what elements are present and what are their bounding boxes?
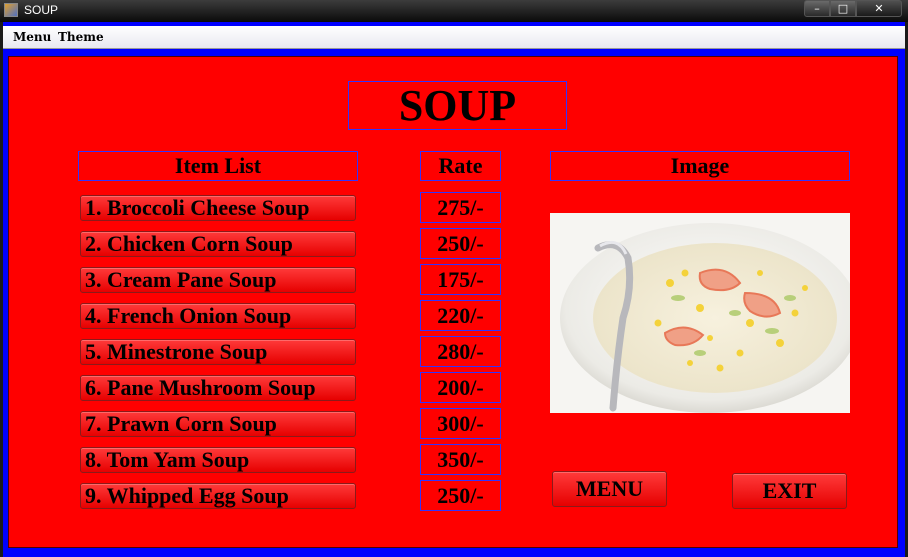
image-header: Image (550, 151, 850, 181)
rate-header: Rate (420, 151, 501, 181)
item-button-chicken-corn-soup[interactable]: 2. Chicken Corn Soup (80, 231, 356, 257)
page-title: SOUP (348, 81, 567, 130)
java-app-icon (4, 3, 18, 17)
menu-bar: Menu Theme (3, 26, 905, 49)
item-button-cream-pane-soup[interactable]: 3. Cream Pane Soup (80, 267, 356, 293)
minimize-button[interactable]: – (804, 0, 830, 17)
menu-button[interactable]: MENU (552, 471, 667, 507)
item-button-french-onion-soup[interactable]: 4. French Onion Soup (80, 303, 356, 329)
window-titlebar: SOUP – □ ✕ (0, 0, 908, 22)
close-button[interactable]: ✕ (856, 0, 902, 17)
exit-button[interactable]: EXIT (732, 473, 847, 509)
window-controls: – □ ✕ (804, 0, 902, 17)
item-button-whipped-egg-soup[interactable]: 9. Whipped Egg Soup (80, 483, 356, 509)
maximize-button[interactable]: □ (830, 0, 856, 17)
window-title: SOUP (24, 3, 59, 17)
rate-value-chicken-corn-soup: 250/- (420, 228, 501, 259)
menu-theme[interactable]: Theme (58, 30, 104, 44)
item-button-prawn-corn-soup[interactable]: 7. Prawn Corn Soup (80, 411, 356, 437)
rate-value-tom-yam-soup: 350/- (420, 444, 501, 475)
rate-value-minestrone-soup: 280/- (420, 336, 501, 367)
rate-value-prawn-corn-soup: 300/- (420, 408, 501, 439)
item-list-header: Item List (78, 151, 358, 181)
item-button-pane-mushroom-soup[interactable]: 6. Pane Mushroom Soup (80, 375, 356, 401)
rate-value-whipped-egg-soup: 250/- (420, 480, 501, 511)
soup-image (550, 213, 850, 413)
item-button-broccoli-cheese-soup[interactable]: 1. Broccoli Cheese Soup (80, 195, 356, 221)
menu-menu[interactable]: Menu (13, 30, 51, 44)
rate-value-french-onion-soup: 220/- (420, 300, 501, 331)
item-button-tom-yam-soup[interactable]: 8. Tom Yam Soup (80, 447, 356, 473)
rate-value-broccoli-cheese-soup: 275/- (420, 192, 501, 223)
rate-value-cream-pane-soup: 175/- (420, 264, 501, 295)
item-button-minestrone-soup[interactable]: 5. Minestrone Soup (80, 339, 356, 365)
window-frame-left (0, 22, 3, 557)
rate-value-pane-mushroom-soup: 200/- (420, 372, 501, 403)
